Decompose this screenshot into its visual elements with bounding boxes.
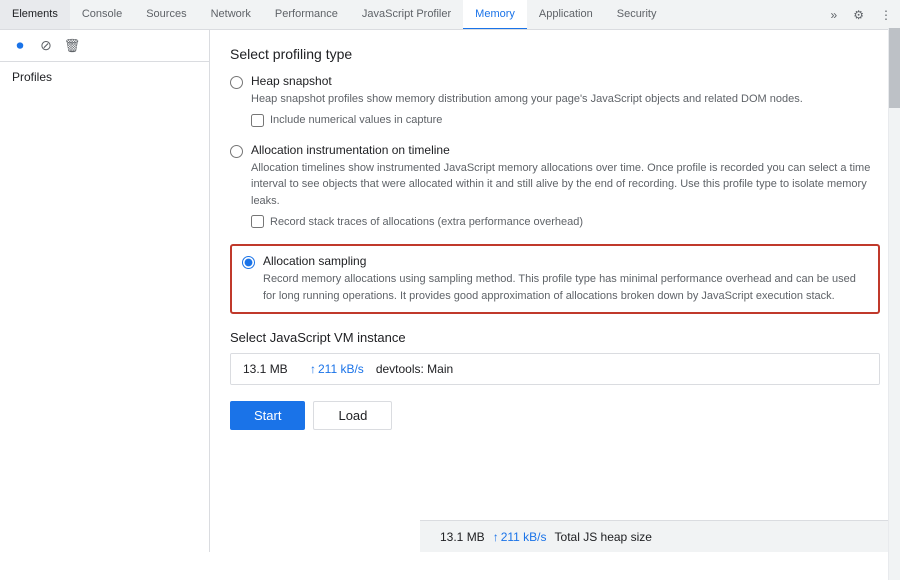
- heap-snapshot-option: Heap snapshot Heap snapshot profiles sho…: [230, 74, 880, 127]
- trash-icon: 🗑: [64, 38, 81, 54]
- allocation-sampling-radio[interactable]: [242, 256, 255, 269]
- allocation-instrumentation-radio[interactable]: [230, 145, 243, 158]
- tab-network[interactable]: Network: [199, 0, 263, 30]
- tab-application[interactable]: Application: [527, 0, 605, 30]
- vm-size: 13.1 MB: [243, 362, 298, 376]
- tab-bar: Elements Console Sources Network Perform…: [0, 0, 900, 30]
- menu-button[interactable]: ⋮: [872, 0, 900, 30]
- status-label: Total JS heap size: [555, 530, 652, 544]
- clear-button[interactable]: 🗑: [60, 34, 84, 58]
- status-bar: 13.1 MB ↑ 211 kB/s Total JS heap size: [420, 520, 900, 552]
- allocation-instrumentation-checkbox-row: Record stack traces of allocations (extr…: [251, 215, 880, 228]
- more-tabs-button[interactable]: »: [823, 0, 846, 30]
- more-tabs-icon: »: [831, 8, 838, 22]
- heap-snapshot-content: Heap snapshot Heap snapshot profiles sho…: [251, 74, 880, 127]
- tab-sources[interactable]: Sources: [134, 0, 198, 30]
- heap-snapshot-radio[interactable]: [230, 76, 243, 89]
- vm-instance-row[interactable]: 13.1 MB ↑ 211 kB/s devtools: Main: [231, 354, 879, 384]
- allocation-sampling-option: Allocation sampling Record memory alloca…: [230, 244, 880, 314]
- heap-snapshot-label[interactable]: Heap snapshot: [251, 74, 332, 88]
- tab-elements[interactable]: Elements: [0, 0, 70, 30]
- include-numerical-checkbox[interactable]: [251, 114, 264, 127]
- tab-memory[interactable]: Memory: [463, 0, 527, 30]
- record-icon: ⏺: [17, 37, 24, 54]
- tab-security[interactable]: Security: [605, 0, 669, 30]
- content-area: Select profiling type Heap snapshot Heap…: [210, 30, 900, 552]
- vm-section-title: Select JavaScript VM instance: [230, 330, 880, 345]
- gear-icon: ⚙: [853, 8, 864, 22]
- load-button[interactable]: Load: [313, 401, 392, 430]
- status-size: 13.1 MB: [440, 530, 485, 544]
- profiles-label: Profiles: [0, 62, 209, 92]
- start-button[interactable]: Start: [230, 401, 305, 430]
- allocation-sampling-desc: Record memory allocations using sampling…: [263, 271, 868, 304]
- record-stack-traces-checkbox[interactable]: [251, 215, 264, 228]
- record-button[interactable]: ⏺: [8, 34, 32, 58]
- sidebar: ⏺ ⊘ 🗑 Profiles: [0, 30, 210, 552]
- vm-rate-value: 211 kB/s: [318, 362, 364, 376]
- tab-javascript-profiler[interactable]: JavaScript Profiler: [350, 0, 463, 30]
- allocation-sampling-label[interactable]: Allocation sampling: [263, 254, 366, 268]
- stop-icon: ⊘: [40, 37, 52, 54]
- tab-performance[interactable]: Performance: [263, 0, 350, 30]
- vm-instance-table: 13.1 MB ↑ 211 kB/s devtools: Main: [230, 353, 880, 385]
- vm-name: devtools: Main: [376, 362, 453, 376]
- tab-console[interactable]: Console: [70, 0, 134, 30]
- vm-arrow-icon: ↑: [310, 362, 316, 376]
- status-rate: ↑ 211 kB/s: [493, 530, 547, 544]
- allocation-instrumentation-option: Allocation instrumentation on timeline A…: [230, 143, 880, 229]
- status-rate-value: 211 kB/s: [501, 530, 547, 544]
- allocation-instrumentation-content: Allocation instrumentation on timeline A…: [251, 143, 880, 229]
- stop-button[interactable]: ⊘: [34, 34, 58, 58]
- action-buttons: Start Load: [230, 401, 880, 470]
- allocation-instrumentation-label[interactable]: Allocation instrumentation on timeline: [251, 143, 450, 157]
- status-arrow-icon: ↑: [493, 530, 499, 544]
- main-layout: ⏺ ⊘ 🗑 Profiles Select profiling type Hea…: [0, 30, 900, 552]
- settings-button[interactable]: ⚙: [845, 0, 872, 30]
- record-stack-traces-label[interactable]: Record stack traces of allocations (extr…: [270, 216, 583, 228]
- heap-snapshot-checkbox-row: Include numerical values in capture: [251, 114, 880, 127]
- vm-rate: ↑ 211 kB/s: [310, 362, 364, 376]
- dots-icon: ⋮: [880, 8, 892, 22]
- scrollbar-track[interactable]: [888, 28, 900, 580]
- allocation-sampling-content: Allocation sampling Record memory alloca…: [263, 254, 868, 304]
- sidebar-toolbar: ⏺ ⊘ 🗑: [0, 30, 209, 62]
- select-type-title: Select profiling type: [230, 46, 880, 62]
- heap-snapshot-desc: Heap snapshot profiles show memory distr…: [251, 91, 880, 108]
- scrollbar-thumb[interactable]: [889, 28, 900, 108]
- include-numerical-label[interactable]: Include numerical values in capture: [270, 114, 442, 126]
- allocation-instrumentation-desc: Allocation timelines show instrumented J…: [251, 160, 880, 210]
